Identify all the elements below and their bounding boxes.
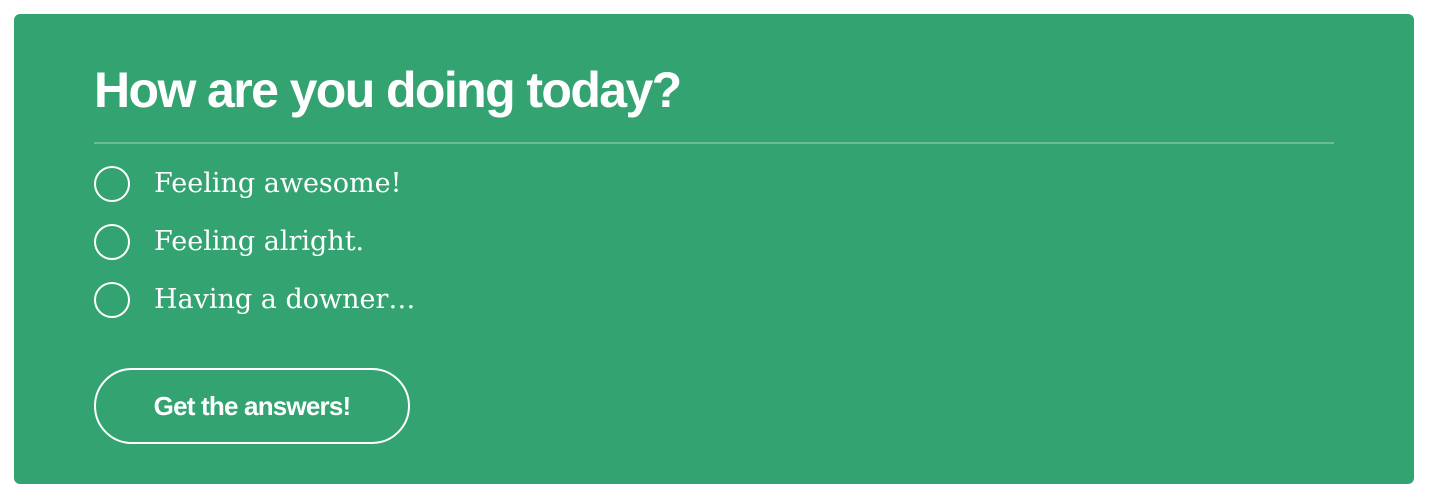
poll-card: How are you doing today? Feeling awesome… [14, 14, 1414, 484]
poll-option-alright[interactable]: Feeling alright. [94, 222, 415, 262]
poll-option-awesome[interactable]: Feeling awesome! [94, 164, 415, 204]
poll-question: How are you doing today? [94, 62, 682, 118]
get-answers-button[interactable]: Get the answers! [94, 368, 410, 444]
option-label: Having a downer… [154, 284, 416, 315]
radio-button[interactable] [94, 166, 130, 202]
radio-button[interactable] [94, 224, 130, 260]
poll-options: Feeling awesome! Feeling alright. Having… [94, 164, 415, 338]
option-label: Feeling alright. [154, 226, 365, 257]
radio-button[interactable] [94, 282, 130, 318]
option-label: Feeling awesome! [154, 168, 402, 199]
poll-option-downer[interactable]: Having a downer… [94, 280, 415, 320]
divider [94, 142, 1334, 144]
